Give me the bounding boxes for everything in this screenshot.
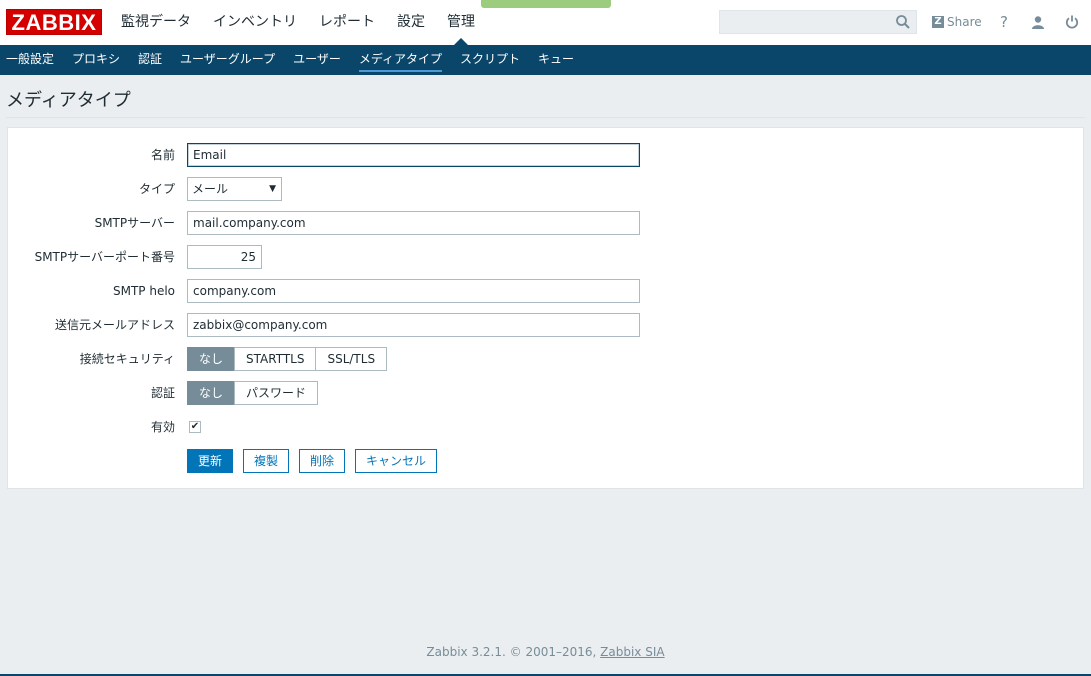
submenu-scripts[interactable]: スクリプト: [451, 45, 529, 75]
from-email-label: 送信元メールアドレス: [54, 318, 175, 332]
search-icon[interactable]: [895, 14, 911, 30]
menu-monitoring[interactable]: 監視データ: [110, 0, 202, 45]
sub-menu: 一般設定 プロキシ 認証 ユーザーグループ ユーザー メディアタイプ スクリプト…: [0, 45, 1091, 75]
user-icon[interactable]: [1028, 12, 1048, 32]
help-icon[interactable]: ?: [994, 12, 1014, 32]
submenu-authentication[interactable]: 認証: [129, 45, 171, 75]
row-smtp-port: SMTPサーバーポート番号 25: [8, 245, 1083, 269]
auth-label: 認証: [150, 386, 175, 400]
type-label: タイプ: [138, 182, 175, 196]
share-icon: Z: [932, 16, 944, 28]
row-from-email: 送信元メールアドレス zabbix@company.com: [8, 313, 1083, 337]
menu-configuration[interactable]: 設定: [386, 0, 436, 45]
smtp-port-field[interactable]: 25: [187, 245, 262, 269]
from-email-field[interactable]: zabbix@company.com: [187, 313, 640, 337]
security-ssltls-option[interactable]: SSL/TLS: [315, 347, 388, 371]
security-segmented: なし STARTTLS SSL/TLS: [187, 347, 388, 371]
type-select[interactable]: メール ▼: [187, 177, 282, 201]
dropdown-arrow-icon: ▼: [269, 184, 276, 194]
footer: Zabbix 3.2.1. © 2001–2016, Zabbix SIA: [0, 645, 1091, 659]
row-auth: 認証 なし パスワード: [8, 381, 1083, 405]
auth-segmented: なし パスワード: [187, 381, 319, 405]
cancel-button[interactable]: キャンセル: [355, 449, 438, 473]
name-label: 名前: [150, 148, 175, 162]
smtp-server-label: SMTPサーバー: [94, 216, 175, 230]
footer-text: Zabbix 3.2.1. © 2001–2016,: [426, 645, 601, 659]
auth-none-option[interactable]: なし: [187, 381, 236, 405]
share-label: Share: [947, 15, 982, 29]
name-field[interactable]: Email: [187, 143, 640, 167]
security-none-option[interactable]: なし: [187, 347, 236, 371]
smtp-port-label: SMTPサーバーポート番号: [34, 250, 175, 264]
footer-link[interactable]: Zabbix SIA: [600, 645, 664, 659]
delete-button[interactable]: 削除: [299, 449, 346, 473]
submenu-general[interactable]: 一般設定: [0, 45, 63, 75]
submenu-media-types[interactable]: メディアタイプ: [350, 45, 451, 75]
page-title: メディアタイプ: [6, 90, 131, 111]
top-header: ZABBIX 監視データ インベントリ レポート 設定 管理 Z Share ?: [0, 0, 1091, 45]
clone-button[interactable]: 複製: [243, 449, 290, 473]
share-link[interactable]: Z Share: [932, 14, 982, 30]
security-label: 接続セキュリティ: [79, 352, 175, 366]
row-enabled: 有効 ✔: [8, 415, 1083, 439]
submenu-users[interactable]: ユーザー: [284, 45, 350, 75]
menu-inventory[interactable]: インベントリ: [202, 0, 308, 45]
media-type-form: 名前 Email タイプ メール ▼ SMTPサーバー mail.company…: [7, 127, 1084, 489]
update-button[interactable]: 更新: [187, 449, 234, 473]
row-security: 接続セキュリティ なし STARTTLS SSL/TLS: [8, 347, 1083, 371]
submenu-queue[interactable]: キュー: [529, 45, 583, 75]
submenu-proxies[interactable]: プロキシ: [63, 45, 129, 75]
form-buttons: 更新 複製 削除 キャンセル: [187, 449, 447, 473]
smtp-helo-field[interactable]: company.com: [187, 279, 640, 303]
smtp-helo-label: SMTP helo: [112, 284, 175, 298]
notification-bar: [481, 0, 611, 8]
row-type: タイプ メール ▼: [8, 177, 1083, 201]
title-divider: [6, 117, 1085, 118]
auth-password-option[interactable]: パスワード: [234, 381, 319, 405]
submenu-user-groups[interactable]: ユーザーグループ: [171, 45, 284, 75]
row-smtp-server: SMTPサーバー mail.company.com: [8, 211, 1083, 235]
power-icon[interactable]: [1062, 12, 1082, 32]
row-name: 名前 Email: [8, 143, 1083, 167]
security-starttls-option[interactable]: STARTTLS: [234, 347, 317, 371]
row-smtp-helo: SMTP helo company.com: [8, 279, 1083, 303]
type-select-value: メール: [192, 182, 229, 196]
main-menu: 監視データ インベントリ レポート 設定 管理: [110, 0, 486, 45]
enabled-checkbox[interactable]: ✔: [189, 421, 201, 433]
smtp-server-field[interactable]: mail.company.com: [187, 211, 640, 235]
search-input[interactable]: [719, 10, 917, 34]
menu-reports[interactable]: レポート: [308, 0, 386, 45]
zabbix-logo[interactable]: ZABBIX: [6, 9, 102, 35]
menu-administration[interactable]: 管理: [436, 0, 486, 45]
enabled-label: 有効: [150, 420, 175, 434]
